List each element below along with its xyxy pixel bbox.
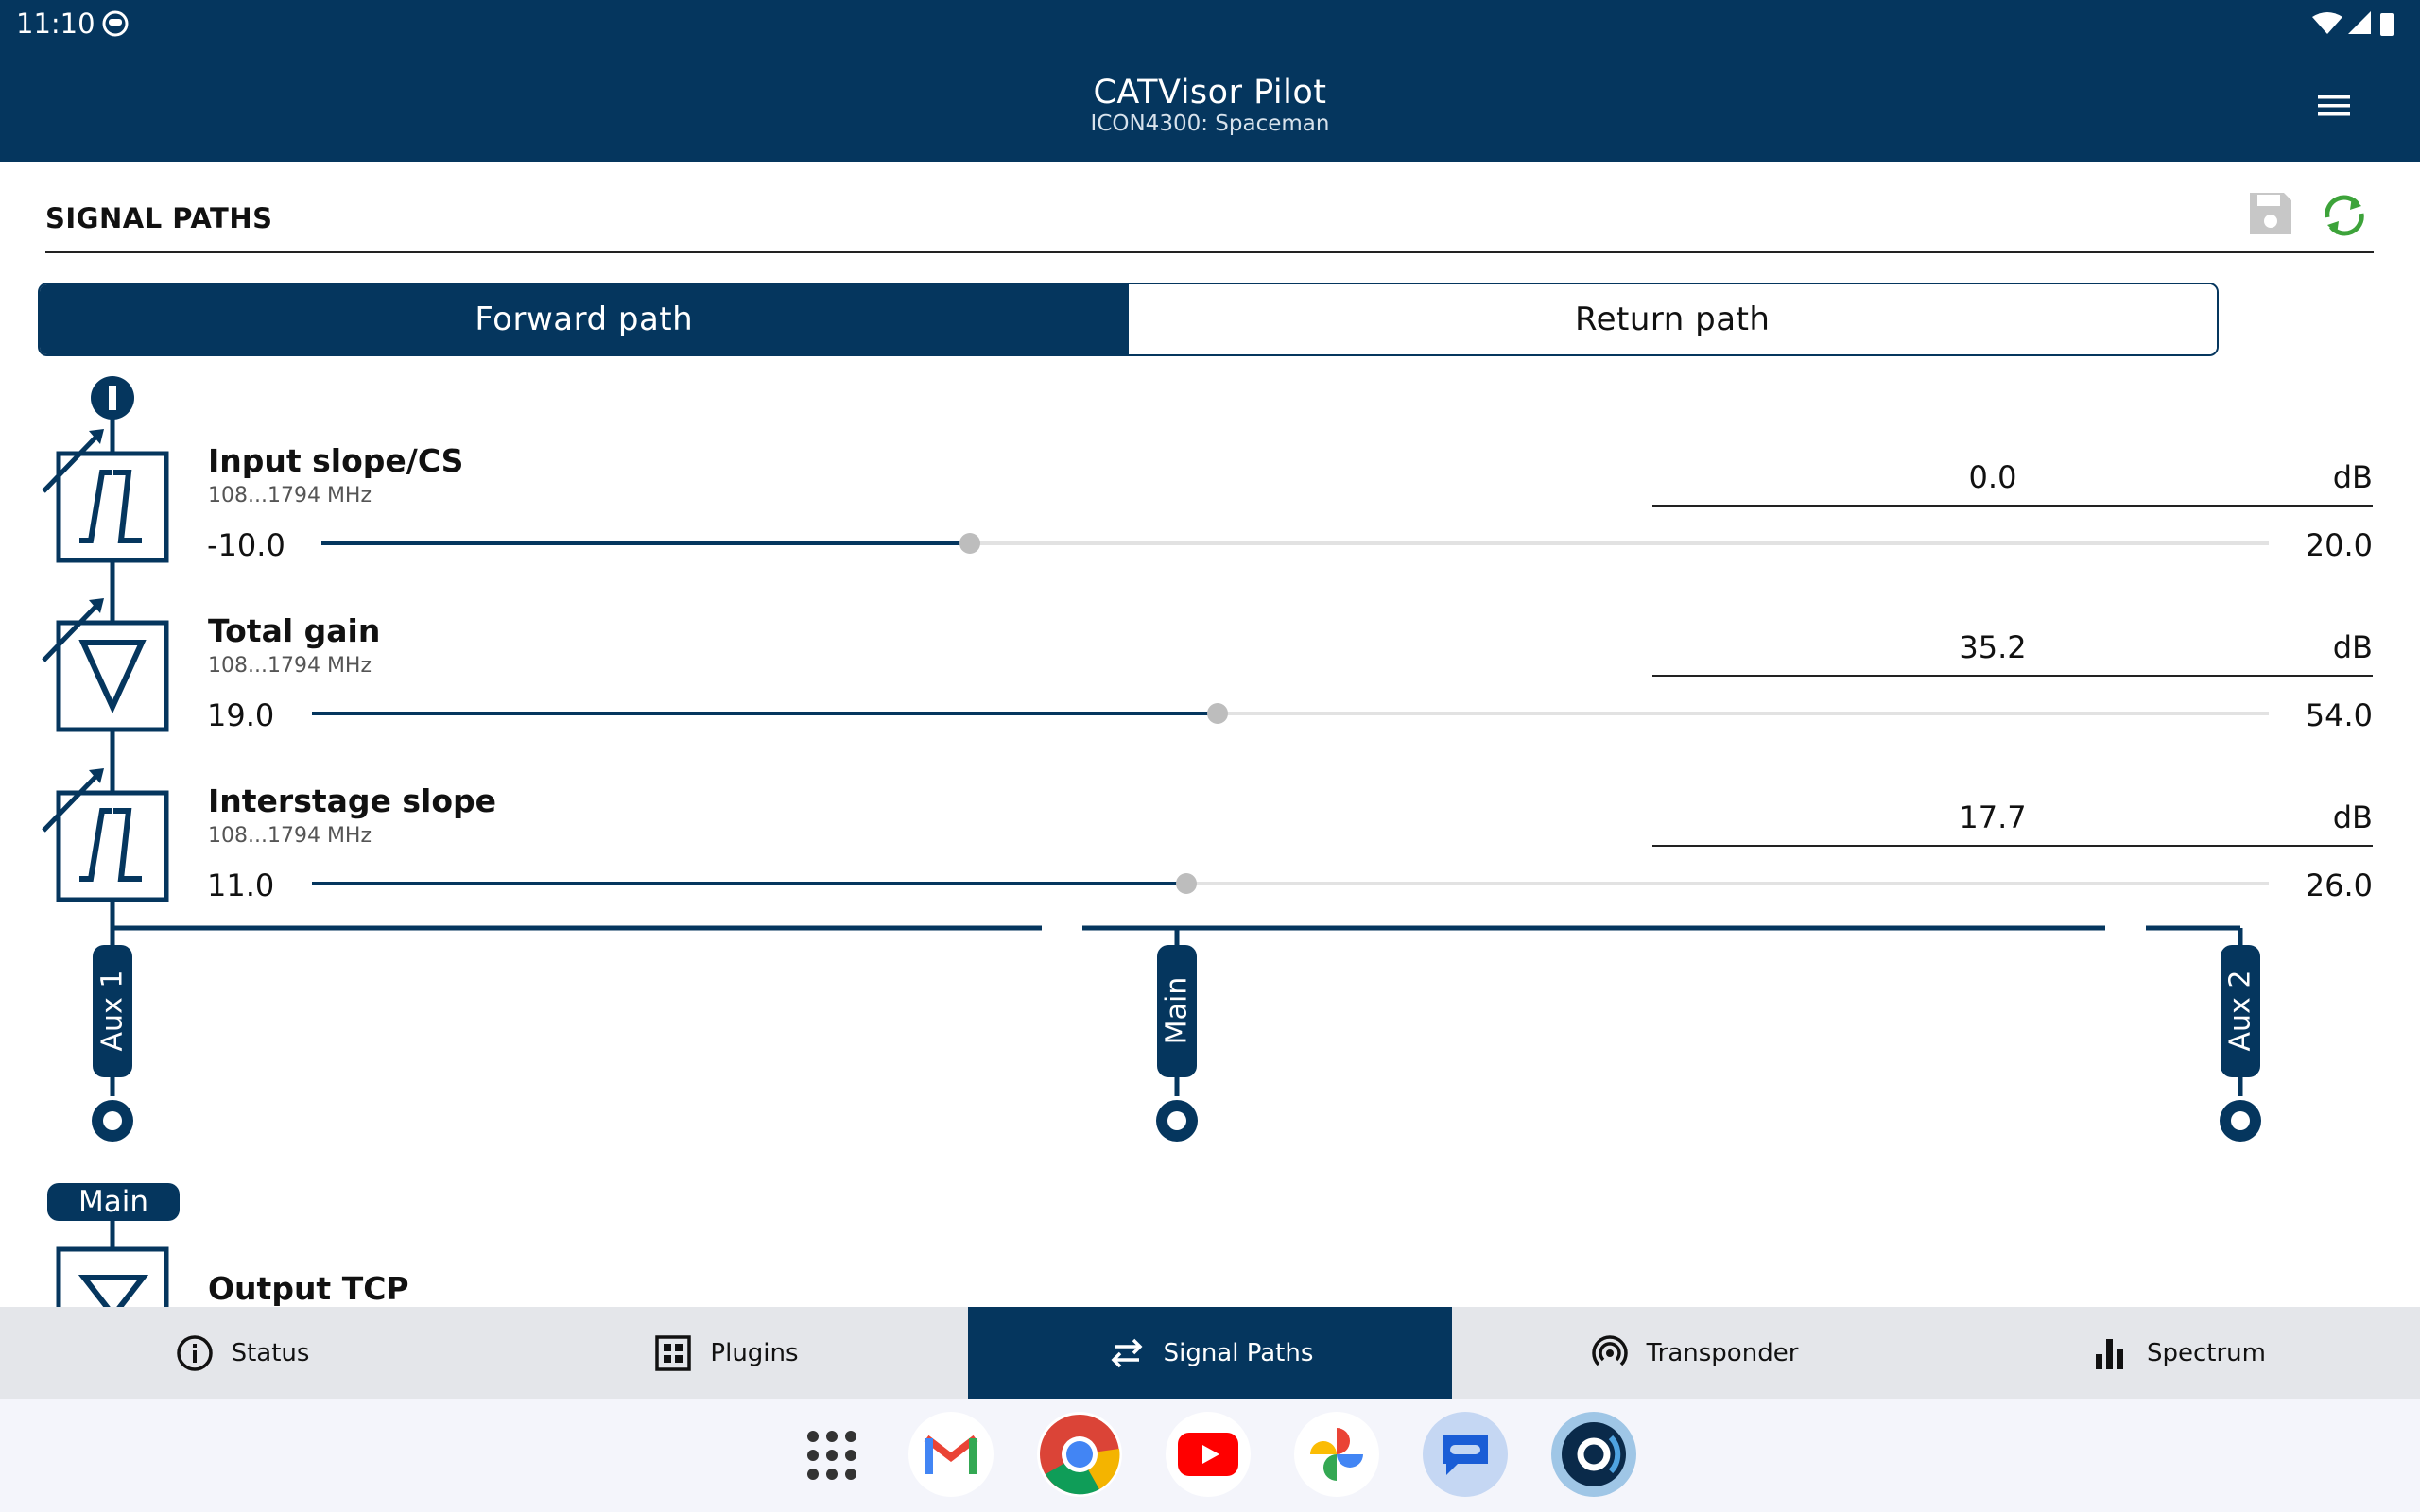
bottom-navigation: Status Plugins Signal Paths Transponder … [0,1307,2420,1399]
slider-max: 20.0 [2305,527,2373,563]
save-icon[interactable] [2246,189,2295,238]
nav-label: Transponder [1646,1338,1799,1367]
unit-label: dB [2332,459,2373,495]
slider-fill [321,541,970,545]
unit-label: dB [2332,629,2373,665]
chrome-icon[interactable] [1037,1412,1122,1497]
section-divider [45,251,2374,253]
refresh-icon[interactable] [2318,189,2371,242]
row-name: Output TCP [208,1270,409,1307]
swap-arrows-icon [1111,1338,1143,1367]
slider-fill [312,712,1219,715]
menu-icon[interactable] [2316,91,2352,121]
slider-max: 54.0 [2305,697,2373,733]
messages-icon[interactable] [1423,1412,1508,1497]
app-title: CATVisor Pilot [1093,74,1327,112]
nav-signal-paths[interactable]: Signal Paths [968,1307,1452,1399]
broadcast-icon [1591,1334,1628,1366]
app-drawer-icon[interactable] [804,1427,860,1484]
app-subtitle: ICON4300: Spaceman [1090,112,1330,136]
row-name: Interstage slope [208,782,497,819]
nav-label: Spectrum [2147,1338,2266,1367]
section-title: SIGNAL PATHS [45,202,273,234]
status-time: 11:10 [16,8,95,40]
slider-min: -10.0 [207,527,285,563]
nav-label: Status [231,1338,310,1367]
signal-icon [2348,11,2371,34]
value-field[interactable]: 0.0 [1898,459,2087,495]
path-tabs: Forward path Return path [38,283,2219,356]
bar-chart-icon [2096,1338,2123,1369]
slider-track[interactable] [312,703,2269,724]
notification-app-icon [102,10,129,37]
nav-plugins[interactable]: Plugins [484,1307,968,1399]
slider-min: 19.0 [207,697,275,733]
nav-label: Plugins [710,1338,799,1367]
slider-track[interactable] [321,533,2269,554]
wifi-icon [2312,12,2342,34]
value-field[interactable]: 35.2 [1898,629,2087,665]
slider-track[interactable] [312,873,2269,894]
nav-label: Signal Paths [1163,1338,1314,1367]
output-aux1-label[interactable]: Aux 1 [96,951,130,1072]
row-name: Input slope/CS [208,442,464,479]
tab-forward-path[interactable]: Forward path [40,284,1129,354]
value-underline [1652,675,2373,677]
nav-spectrum[interactable]: Spectrum [1936,1307,2420,1399]
photos-icon[interactable] [1294,1412,1379,1497]
plugins-icon [655,1334,692,1371]
battery-icon [2380,13,2394,36]
slider-max: 26.0 [2305,868,2373,903]
row-range: 108...1794 MHz [208,484,372,507]
tab-return-path[interactable]: Return path [1128,284,2217,354]
value-underline [1652,505,2373,507]
value-field[interactable]: 17.7 [1898,799,2087,835]
slider-thumb[interactable] [959,533,980,554]
catvisor-icon[interactable] [1551,1412,1636,1497]
output-main-label[interactable]: Main [1161,951,1194,1072]
info-icon [176,1334,213,1371]
status-icons [2312,11,2394,36]
output-node-icon [92,1100,2261,1142]
slider-min: 11.0 [207,868,275,903]
nav-status[interactable]: Status [0,1307,484,1399]
row-range: 108...1794 MHz [208,824,372,848]
gmail-icon[interactable] [908,1412,994,1497]
main-badge: Main [47,1183,180,1221]
row-name: Total gain [208,612,381,649]
slider-fill [312,882,1187,885]
row-range: 108...1794 MHz [208,654,372,678]
unit-label: dB [2332,799,2373,835]
output-amp-icon [56,1221,169,1307]
youtube-icon[interactable] [1166,1412,1251,1497]
input-node-icon [91,376,134,420]
nav-transponder[interactable]: Transponder [1452,1307,1936,1399]
value-underline [1652,845,2373,847]
output-aux2-label[interactable]: Aux 2 [2224,951,2257,1072]
